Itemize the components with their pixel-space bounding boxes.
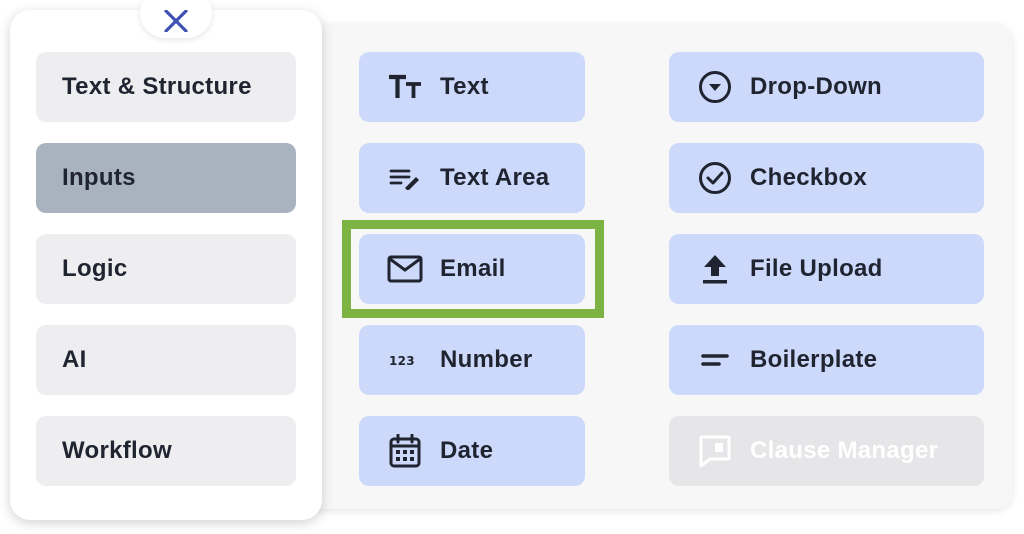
chevron-circle-icon [697, 69, 733, 105]
date-input-button[interactable]: Date [359, 416, 585, 486]
category-label: Inputs [62, 164, 136, 191]
category-text-structure[interactable]: Text & Structure [36, 52, 296, 122]
envelope-icon [387, 251, 423, 287]
text-size-icon [387, 69, 423, 105]
file-upload-input-button[interactable]: File Upload [669, 234, 984, 304]
category-label: AI [62, 346, 87, 373]
number-input-button[interactable]: 123 Number [359, 325, 585, 395]
button-label: File Upload [750, 255, 883, 282]
clause-icon [697, 433, 733, 469]
category-label: Workflow [62, 437, 172, 464]
close-icon [164, 10, 188, 32]
button-label: Checkbox [750, 164, 868, 191]
category-inputs[interactable]: Inputs [36, 143, 296, 213]
button-label: Date [440, 437, 494, 464]
boilerplate-input-button[interactable]: Boilerplate [669, 325, 984, 395]
upload-icon [697, 251, 733, 287]
check-circle-icon [697, 160, 733, 196]
button-label: Email [440, 255, 506, 282]
clause-manager-input-button[interactable]: Clause Manager [669, 416, 984, 486]
text-area-input-button[interactable]: Text Area [359, 143, 585, 213]
category-label: Text & Structure [62, 73, 252, 100]
close-button[interactable] [140, 0, 212, 38]
text-input-button[interactable]: Text [359, 52, 585, 122]
button-label: Boilerplate [750, 346, 878, 373]
boilerplate-icon [697, 342, 733, 378]
category-workflow[interactable]: Workflow [36, 416, 296, 486]
text-area-icon [387, 160, 423, 196]
button-label: Drop-Down [750, 73, 883, 100]
email-input-button[interactable]: Email [359, 234, 585, 304]
category-ai[interactable]: AI [36, 325, 296, 395]
svg-text:123: 123 [389, 354, 415, 368]
checkbox-input-button[interactable]: Checkbox [669, 143, 984, 213]
button-label: Text [440, 73, 489, 100]
dropdown-input-button[interactable]: Drop-Down [669, 52, 984, 122]
category-logic[interactable]: Logic [36, 234, 296, 304]
category-label: Logic [62, 255, 128, 282]
button-label: Number [440, 346, 533, 373]
button-label: Text Area [440, 164, 550, 191]
numbers-123-icon: 123 [387, 342, 423, 378]
calendar-icon [387, 433, 423, 469]
button-label: Clause Manager [750, 437, 939, 464]
